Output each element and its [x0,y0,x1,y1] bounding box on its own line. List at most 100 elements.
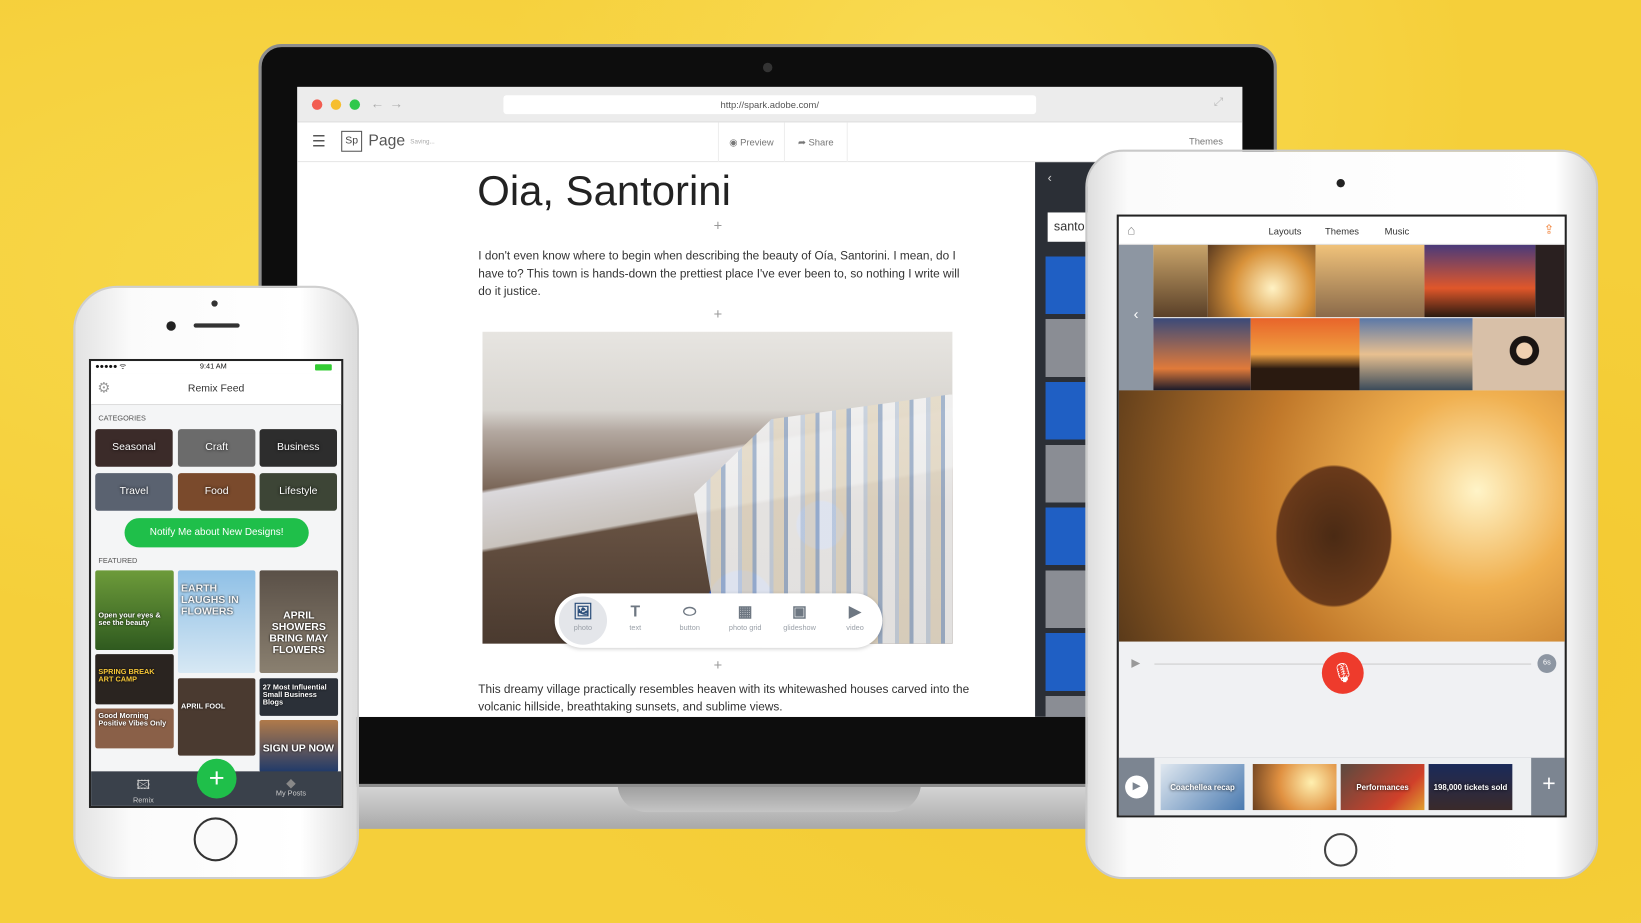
preview-label: Preview [740,137,774,148]
video-tool[interactable]: ▶ video [831,600,879,642]
photo-thumb[interactable] [1207,244,1316,318]
shapes-icon: ◆ [286,775,296,791]
share-arrow-icon: ➦ [797,137,809,148]
close-dot[interactable] [311,99,323,110]
notify-button[interactable]: Notify Me about New Designs! [124,518,309,548]
video-icon: ▶ [849,602,862,621]
tab-label: My Posts [275,790,307,798]
add-slide-button[interactable]: + [1533,770,1564,797]
photo-thumb[interactable] [1153,244,1208,318]
paragraph-2[interactable]: This dreamy village practically resemble… [478,681,970,717]
page-content: Oia, Santorini + I don't even know where… [297,162,1036,717]
featured-card[interactable]: Open your eyes & see the beauty [95,570,174,650]
slide-thumb[interactable] [1252,764,1337,811]
home-icon[interactable]: ⌂ [1127,222,1135,238]
create-button[interactable]: + [196,758,237,799]
search-results[interactable] [1045,256,1088,717]
slide-strip: ▶ Coachellea recap Performances 198,000 … [1118,757,1565,816]
add-block-button[interactable]: + [708,656,729,673]
photo-thumb[interactable] [1153,318,1251,391]
preview-button[interactable]: ◉ Preview [717,122,785,163]
tab-themes[interactable]: Themes [1325,226,1359,236]
block-type-toolbar: 🖼 photo Ttext ⬭ button ▦ photo grid ▣ glides… [554,593,883,648]
category-business[interactable]: Business [259,429,338,467]
photo-thumb[interactable] [1535,244,1565,318]
tool-label: video [846,624,864,633]
tab-remix[interactable]: 🖾 Remix [122,776,164,805]
photo-thumb[interactable] [1472,318,1565,391]
photo-thumb[interactable] [1424,244,1536,318]
featured-card[interactable]: APRIL SHOWERS BRING MAY FLOWERS [259,570,339,673]
share-label: Share [808,137,834,148]
slide-thumb[interactable]: Performances [1340,764,1425,811]
slide-thumb[interactable]: Coachellea recap [1160,764,1245,811]
share-icon[interactable]: ⇪ [1544,222,1555,237]
maximize-dot[interactable] [349,99,361,110]
add-block-button[interactable]: + [708,217,729,234]
featured-label: FEATURED [98,557,138,566]
play-icon[interactable]: ▶ [1131,656,1140,670]
stage: ← → http://spark.adobe.com/ ⤢ ☰ Sp Page … [0,0,1641,923]
microphone-button[interactable]: 🎙 [1321,652,1364,694]
photo-thumb[interactable] [1359,318,1473,391]
featured-card[interactable]: 27 Most Influential Small Business Blogs [259,678,339,716]
minimize-dot[interactable] [330,99,342,110]
url-bar[interactable]: http://spark.adobe.com/ [503,95,1037,115]
share-button[interactable]: ➦ Share [785,122,848,163]
text-tool[interactable]: Ttext [611,600,659,642]
photo-thumb[interactable] [1250,318,1360,391]
featured-card[interactable]: EARTH LAUGHS IN FLOWERS [177,570,256,673]
text-icon: T [630,602,641,621]
add-block-button[interactable]: + [708,306,729,323]
tablet-home-button[interactable] [1323,833,1358,867]
back-icon[interactable]: ← [370,95,384,111]
category-food[interactable]: Food [177,473,256,511]
saving-status: Saving... [410,139,435,146]
categories-label: CATEGORIES [98,415,146,423]
category-seasonal[interactable]: Seasonal [95,429,173,467]
status-bar: ●●●●● ᯤ 9:41 AM [91,361,342,374]
category-travel[interactable]: Travel [95,473,173,511]
themes-button[interactable]: Themes [1189,136,1223,146]
clock: 9:41 AM [199,363,227,371]
battery-icon [315,364,332,371]
paragraph-1[interactable]: I don't even know where to begin when de… [478,248,959,301]
category-craft[interactable]: Craft [177,429,256,467]
featured-card[interactable]: SPRING BREAK ART CAMP [95,654,174,705]
slide-thumb[interactable]: 198,000 tickets sold [1428,764,1513,811]
collapse-icon[interactable]: ‹ [1048,171,1052,186]
tablet-camera [1336,178,1345,188]
screen-title: Remix Feed [187,383,245,395]
photo-thumb[interactable] [1315,244,1425,318]
featured-card[interactable]: Good Morning Positive Vibes Only [95,708,174,749]
tool-label: photo grid [728,624,762,633]
main-slide-photo[interactable] [1118,390,1565,642]
prev-arrow-icon[interactable]: ‹ [1118,244,1154,392]
menu-icon[interactable]: ☰ [312,132,326,151]
tool-label: photo [573,624,593,633]
tab-music[interactable]: Music [1385,226,1410,236]
eye-icon: ◉ [729,137,741,148]
tool-label: glideshow [783,624,816,633]
photo-tool[interactable]: 🖼 photo [558,596,608,645]
fullscreen-icon[interactable]: ⤢ [1214,96,1223,110]
image-icon: 🖼 [572,602,593,621]
photo-grid-tool[interactable]: ▦ photo grid [721,600,769,642]
tab-my-posts[interactable]: ◆ My Posts [265,776,317,798]
glideshow-tool[interactable]: ▣ glideshow [776,600,824,642]
tab-label: Remix [132,797,154,805]
phone-home-button[interactable] [193,817,238,862]
forward-icon[interactable]: → [389,95,403,111]
app-name: Page [368,131,406,150]
phone-camera [166,321,176,331]
play-slideshow-button[interactable]: ▶ [1125,775,1149,799]
photo-grid-icon: ▦ [737,602,753,621]
category-lifestyle[interactable]: Lifestyle [259,473,338,511]
featured-card[interactable]: SIGN UP NOW [259,720,339,773]
spark-logo: Sp [341,130,363,152]
featured-card[interactable]: APRIL FOOL [177,678,256,756]
page-title[interactable]: Oia, Santorini [477,169,731,216]
phone-header: ⚙ Remix Feed [91,373,342,406]
tab-layouts[interactable]: Layouts [1268,226,1301,236]
button-tool[interactable]: ⬭ button [666,600,714,642]
